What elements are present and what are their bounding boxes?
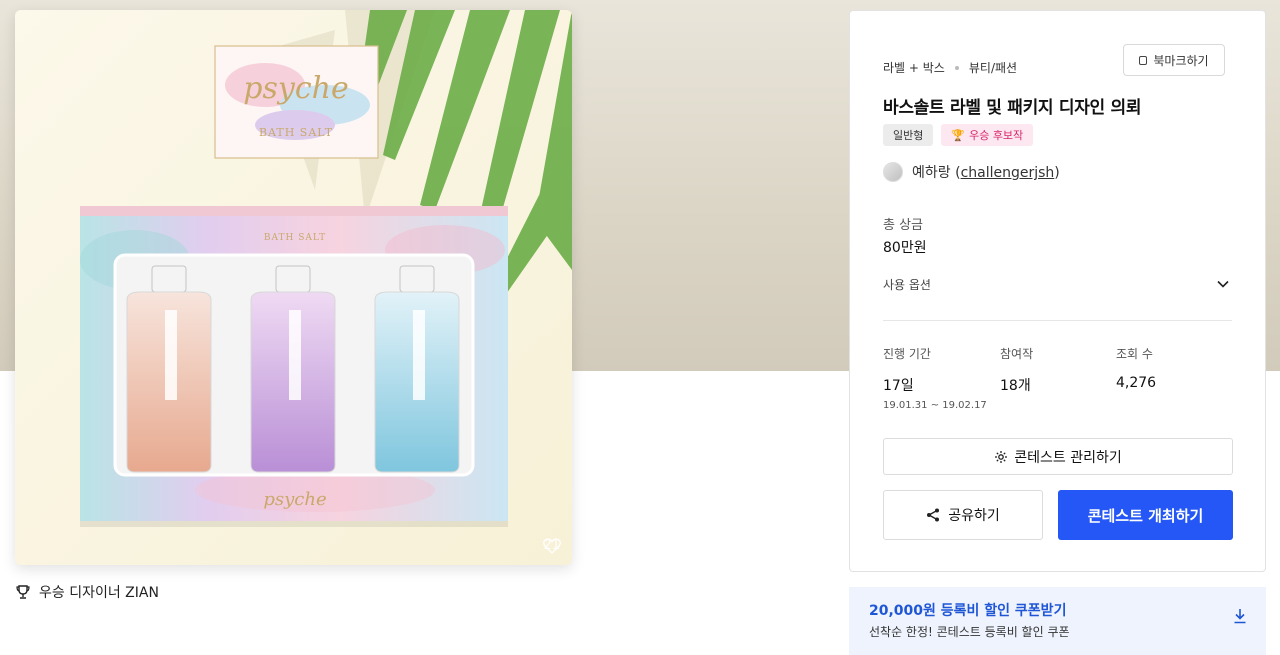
stat-period: 진행 기간 17일 19.01.31 ~ 19.02.17 (883, 345, 987, 411)
share-label: 공유하기 (948, 508, 1000, 524)
period-value: 17일 (883, 378, 914, 394)
coupon-banner[interactable]: 20,000원 등록비 할인 쿠폰받기 선착순 한정! 콘테스트 등록비 할인 … (849, 587, 1266, 655)
badge-group: 일반형 🏆 우승 후보작 (883, 124, 1034, 146)
settings-icon (995, 450, 1008, 463)
host-label: 콘테스트 개최하기 (1087, 506, 1204, 525)
share-button[interactable]: 공유하기 (883, 490, 1043, 540)
chevron-down-icon (1217, 280, 1229, 288)
author-name: 예하랑 (912, 165, 951, 181)
author-id[interactable]: challengerjsh (961, 165, 1055, 181)
options-label: 사용 옵션 (883, 277, 931, 292)
period-label: 진행 기간 (883, 347, 931, 361)
bookmark-button[interactable]: 북마크하기 (1123, 44, 1225, 76)
winner-designer: 우승 디자이너 ZIAN (15, 582, 159, 602)
award-trophy-icon: 🏆 (951, 128, 966, 142)
contest-info-panel: 라벨 + 박스 뷰티/패션 북마크하기 바스솔트 라벨 및 패키지 디자인 의뢰… (849, 10, 1266, 572)
label-brand-text: psyche (243, 71, 348, 106)
award-badge: 🏆 우승 후보작 (941, 124, 1034, 146)
breadcrumb-subcategory[interactable]: 뷰티/패션 (969, 59, 1017, 76)
prize-label: 총 상금 (883, 218, 924, 233)
contest-artwork[interactable]: psyche BATH SALT BATH SALT psyche 21 (15, 10, 572, 565)
manage-label: 콘테스트 관리하기 (1014, 449, 1122, 466)
manage-contest-button[interactable]: 콘테스트 관리하기 (883, 438, 1233, 475)
contest-title: 바스솔트 라벨 및 패키지 디자인 의뢰 (883, 98, 1142, 118)
host-contest-button[interactable]: 콘테스트 개최하기 (1058, 490, 1233, 540)
box-brand-text: psyche (263, 489, 326, 510)
label-product-text: BATH SALT (259, 126, 333, 139)
coupon-title: 20,000원 등록비 할인 쿠폰받기 (869, 603, 1067, 619)
contest-type-label: 일반형 (893, 129, 924, 142)
trophy-icon (16, 585, 30, 599)
share-icon (927, 508, 940, 522)
stat-entries: 참여작 18개 (1000, 345, 1033, 395)
views-value: 4,276 (1116, 375, 1157, 391)
divider (883, 320, 1232, 321)
download-icon[interactable] (1232, 607, 1248, 625)
prize-value: 80만원 (883, 240, 927, 256)
award-label: 우승 후보작 (969, 129, 1024, 142)
contest-author[interactable]: 예하랑 (challengerjsh) (883, 162, 1060, 182)
entries-label: 참여작 (1000, 347, 1034, 361)
options-toggle[interactable]: 사용 옵션 (883, 273, 1229, 295)
winner-label: 우승 디자이너 ZIAN (39, 585, 159, 601)
avatar (883, 162, 903, 182)
heart-icon (543, 538, 562, 554)
breadcrumb: 라벨 + 박스 뷰티/패션 (883, 59, 1017, 76)
box-text: BATH SALT (264, 233, 326, 243)
like-counter[interactable]: 21 (543, 538, 562, 554)
entries-value: 18개 (1000, 378, 1031, 394)
coupon-subtitle: 선착순 한정! 콘테스트 등록비 할인 쿠폰 (869, 625, 1070, 639)
period-range: 19.01.31 ~ 19.02.17 (883, 400, 987, 411)
stat-views: 조회 수 4,276 (1116, 345, 1156, 391)
breadcrumb-category[interactable]: 라벨 + 박스 (883, 59, 945, 76)
views-label: 조회 수 (1116, 347, 1153, 361)
artwork-illustration: psyche BATH SALT BATH SALT psyche (15, 10, 572, 565)
bookmark-icon (1139, 55, 1148, 65)
breadcrumb-separator (954, 65, 959, 70)
contest-type-badge: 일반형 (883, 124, 934, 146)
bookmark-label: 북마크하기 (1153, 53, 1209, 68)
